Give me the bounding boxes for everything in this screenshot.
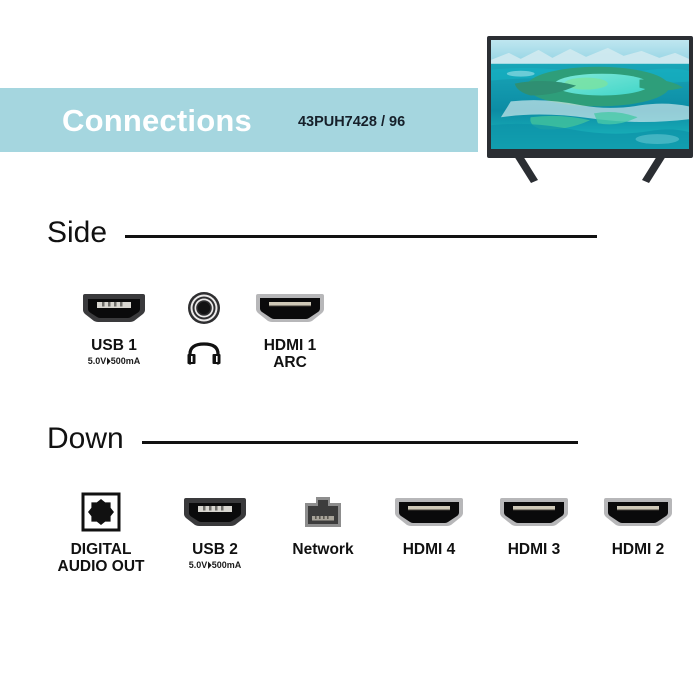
headphones-icon — [186, 342, 222, 365]
port-label: USB 1 — [91, 337, 137, 354]
port-label: HDMI 1 ARC — [263, 337, 317, 372]
port-usb-1: USB 1 5.0V⏵500mA — [62, 288, 166, 366]
port-label: DIGITAL AUDIO OUT — [57, 541, 145, 576]
tv-stand-left — [509, 156, 543, 184]
model-number: 43PUH7428 / 96 — [297, 113, 406, 130]
section-heading-down: Down — [47, 424, 578, 454]
port-hdmi-1-arc: HDMI 1 ARC — [242, 288, 338, 372]
port-digital-audio-out: DIGITAL AUDIO OUT — [42, 492, 160, 576]
port-usb-2: USB 2 5.0V⏵500mA — [160, 492, 270, 570]
port-hdmi-2: HDMI 2 — [586, 492, 690, 558]
usb-port-icon — [81, 288, 147, 328]
port-label: Network — [292, 541, 354, 558]
section-heading-down-label: Down — [47, 422, 124, 455]
section-rule-down — [141, 440, 578, 444]
network-rj45-icon — [302, 492, 344, 532]
usb-port-icon — [182, 492, 248, 532]
port-power-spec: 5.0V⏵500mA — [188, 560, 242, 571]
port-label: HDMI 3 — [507, 541, 561, 558]
section-heading-side-label: Side — [47, 216, 108, 249]
hdmi-port-icon — [254, 288, 326, 328]
tv-screen-artwork — [491, 40, 689, 149]
hdmi-port-icon — [602, 492, 674, 532]
optical-audio-out-icon — [81, 492, 121, 532]
page-header-banner: Connections 43PUH7428 / 96 — [0, 88, 478, 152]
port-label: HDMI 2 — [611, 541, 665, 558]
port-label: USB 2 — [192, 541, 238, 558]
port-network: Network — [270, 492, 376, 558]
port-row-down: DIGITAL AUDIO OUT USB 2 5.0V⏵500mA Netwo… — [42, 492, 690, 576]
tv-bezel — [487, 36, 693, 158]
port-label: HDMI 4 — [402, 541, 456, 558]
port-row-side: USB 1 5.0V⏵500mA HDMI 1 ARC — [62, 288, 338, 372]
headphone-jack-icon — [187, 288, 221, 328]
port-power-spec: 5.0V⏵500mA — [87, 356, 141, 367]
section-heading-side: Side — [47, 216, 598, 249]
tv-stand-right — [637, 156, 671, 184]
port-hdmi-4: HDMI 4 — [376, 492, 482, 558]
hdmi-port-icon — [393, 492, 465, 532]
port-hdmi-3: HDMI 3 — [482, 492, 586, 558]
tv-product-image — [487, 36, 693, 186]
page-title: Connections — [62, 102, 252, 138]
tv-screen — [491, 40, 689, 149]
port-headphone-jack — [166, 288, 242, 365]
section-rule-side — [125, 234, 598, 238]
hdmi-port-icon — [498, 492, 570, 532]
